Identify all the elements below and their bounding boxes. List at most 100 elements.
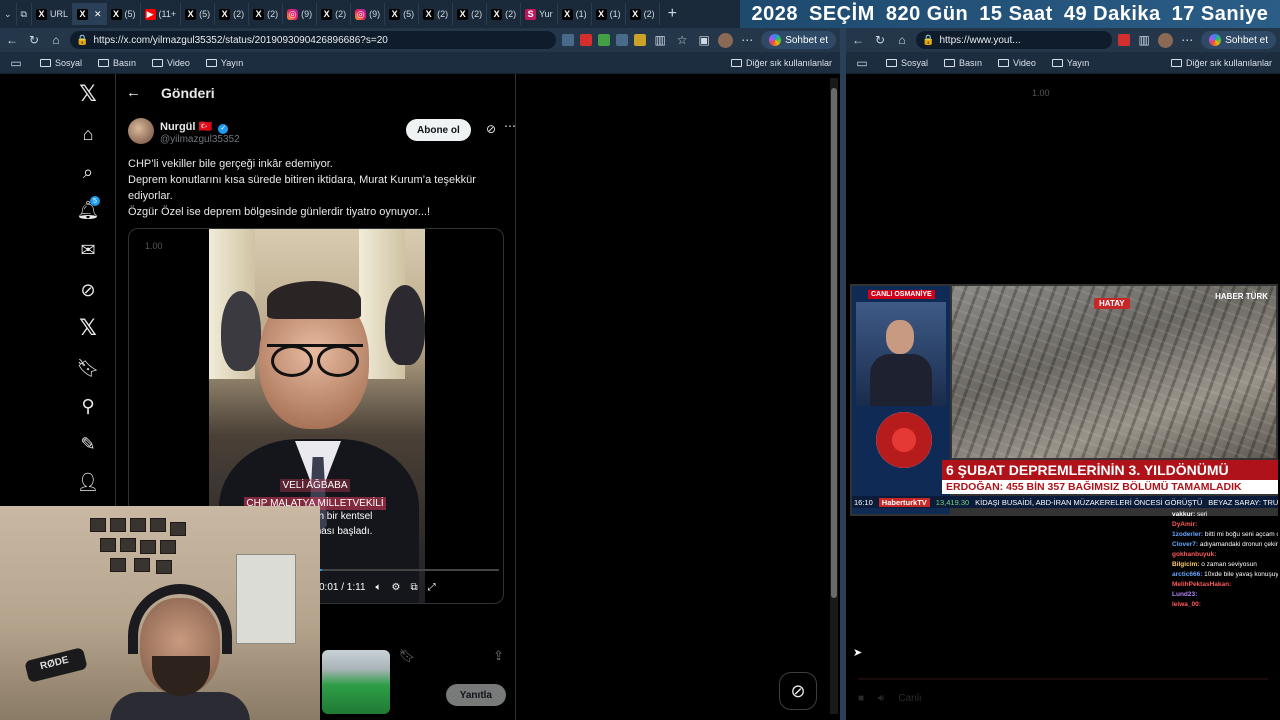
bookmark-folder-basin[interactable]: Basın: [98, 58, 136, 68]
extension-icon[interactable]: [562, 34, 575, 46]
profile-icon[interactable]: 👤︎: [76, 470, 100, 494]
author-handle[interactable]: @yilmazgul35352: [160, 134, 240, 145]
post-text-line: Özgür Özel ise deprem bölgesinde günlerd…: [128, 206, 431, 218]
tab-list-button[interactable]: ⌄: [0, 3, 17, 25]
copilot-button[interactable]: Sohbet et: [761, 31, 836, 49]
address-bar[interactable]: 🔒 https://www.yout...: [916, 31, 1113, 49]
extension-icon[interactable]: [616, 34, 629, 46]
grok-floating-button[interactable]: ⊘: [779, 672, 817, 710]
premium-x-icon[interactable]: 𝕏: [76, 315, 100, 340]
bookmarks-icon[interactable]: 🔖︎: [76, 356, 100, 380]
author-avatar[interactable]: [128, 118, 154, 144]
page-scrollbar[interactable]: [830, 78, 838, 714]
tab-label: (2): [643, 9, 655, 19]
browser-tab[interactable]: X URL: [32, 3, 73, 25]
more-menu-icon[interactable]: ⋯: [1179, 32, 1195, 48]
browser-tab[interactable]: X (2): [317, 3, 352, 25]
chat-text: adıyamandaki dronun çekim yaptığı yer: [1199, 541, 1278, 548]
bookmark-folder-video[interactable]: Video: [998, 58, 1036, 68]
share-icon[interactable]: ⇪: [493, 648, 504, 666]
sidebar-toggle-icon[interactable]: ▭: [854, 55, 870, 71]
bookmark-icon[interactable]: 🔖︎: [399, 648, 416, 666]
back-arrow-icon[interactable]: ←: [126, 84, 141, 101]
bookmark-label: Yayın: [1066, 57, 1090, 68]
new-tab-button[interactable]: +: [660, 5, 685, 23]
browser-tab[interactable]: ◎ (9): [283, 3, 318, 25]
play-pause-icon[interactable]: ■: [858, 693, 864, 704]
refresh-icon[interactable]: ↻: [26, 32, 42, 48]
split-screen-icon[interactable]: ▥: [1136, 32, 1152, 48]
browser-tab[interactable]: X (2): [215, 3, 250, 25]
bookmark-label: Sosyal: [901, 57, 929, 68]
news-broadcast-video[interactable]: CANLI OSMANİYE HATAY HABER TÜRK 6 ŞUBAT …: [850, 284, 1278, 516]
bookmark-folder-yayin[interactable]: Yayın: [1051, 57, 1090, 68]
sidebar-toggle-icon[interactable]: ▭: [8, 55, 24, 71]
refresh-icon[interactable]: ↻: [872, 32, 888, 48]
browser-tab[interactable]: X (2): [626, 3, 660, 25]
close-tab-icon[interactable]: ✕: [94, 9, 102, 20]
extension-icon[interactable]: [634, 34, 647, 46]
bookmark-folder-yayin[interactable]: Yayın: [205, 58, 243, 68]
youtube-progress-bar[interactable]: [858, 678, 1268, 680]
profile-avatar[interactable]: [718, 32, 734, 48]
grok-icon[interactable]: ⊘: [76, 278, 100, 302]
home-icon[interactable]: ⌂: [48, 32, 64, 48]
other-favorites[interactable]: Diğer sık kullanılanlar: [730, 58, 832, 68]
browser-tab[interactable]: X (1): [592, 3, 626, 25]
volume-icon[interactable]: 🔊︎: [878, 693, 884, 704]
grok-explain-icon[interactable]: ⊘: [486, 122, 496, 136]
extension-icon[interactable]: [580, 34, 593, 46]
browser-tab[interactable]: X ✕: [73, 3, 107, 25]
follow-button[interactable]: Abone ol: [406, 119, 471, 141]
jobs-icon[interactable]: ⚲: [76, 394, 100, 418]
more-options-icon[interactable]: ⋯: [504, 119, 516, 133]
browser-tab[interactable]: S Yur: [521, 3, 558, 25]
back-arrow-icon[interactable]: ←: [4, 32, 20, 48]
split-screen-icon[interactable]: ▥: [652, 32, 668, 48]
volume-icon[interactable]: 🔈︎: [376, 582, 382, 593]
bookmark-folder-basin[interactable]: Basın: [944, 58, 982, 68]
author-name-row[interactable]: Nurgül 🇹🇷 ✓: [160, 120, 229, 134]
browser-tab[interactable]: X (1): [558, 3, 592, 25]
compose-post-icon[interactable]: ✎: [76, 432, 100, 456]
browser-tab[interactable]: X (2): [249, 3, 284, 25]
settings-gear-icon[interactable]: ⚙: [392, 582, 401, 593]
profile-avatar[interactable]: [1158, 32, 1174, 48]
video-progress-bar[interactable]: [319, 569, 499, 571]
search-icon[interactable]: ⌕: [76, 160, 100, 184]
extension-icon[interactable]: [1118, 34, 1131, 46]
browser-tab[interactable]: ◎ (9): [351, 3, 386, 25]
extension-icon[interactable]: [598, 34, 611, 46]
other-favorites[interactable]: Diğer sık kullanılanlar: [1170, 58, 1272, 68]
scrollbar-thumb[interactable]: [831, 88, 837, 598]
back-arrow-icon[interactable]: ←: [850, 32, 866, 48]
bookmark-folder-sosyal[interactable]: Sosyal: [40, 58, 82, 68]
aerial-city-footage: HATAY HABER TÜRK: [952, 286, 1276, 458]
favorites-icon[interactable]: ☆: [674, 32, 690, 48]
tab-label: (2): [267, 9, 279, 19]
x-logo-icon[interactable]: 𝕏: [76, 81, 100, 106]
messages-envelope-icon[interactable]: ✉: [76, 238, 100, 262]
copilot-button[interactable]: Sohbet et: [1201, 31, 1276, 49]
browser-tab[interactable]: X (2): [419, 3, 454, 25]
browser-tab[interactable]: X (2): [453, 3, 488, 25]
notifications-bell-icon[interactable]: 🔔︎ 5: [76, 196, 100, 222]
browser-tab[interactable]: X (2): [487, 3, 522, 25]
post-text: CHP’li vekiller bile gerçeği inkâr edemi…: [128, 156, 506, 220]
fullscreen-icon[interactable]: ⤢: [428, 582, 436, 593]
home-icon[interactable]: ⌂: [894, 32, 910, 48]
address-bar[interactable]: 🔒 https://x.com/yilmazgul35352/status/20…: [70, 31, 557, 49]
collections-icon[interactable]: ▣: [696, 32, 712, 48]
browser-tab[interactable]: X (5): [181, 3, 216, 25]
workspaces-button[interactable]: ⧉: [17, 3, 32, 25]
browser-tab[interactable]: X (5): [107, 3, 141, 25]
bookmark-folder-video[interactable]: Video: [152, 58, 190, 68]
browser-tab[interactable]: X (5): [385, 3, 420, 25]
picture-in-picture-icon[interactable]: ⧉: [411, 582, 418, 593]
tab-strip: ⌄ ⧉ X URL X ✕ X (5) ▶ (11+ X (5) X (2) X (2) ◎ (9) X (2) ◎…: [0, 0, 740, 28]
home-icon[interactable]: ⌂: [76, 122, 100, 146]
more-menu-icon[interactable]: ⋯: [739, 32, 755, 48]
reply-button[interactable]: Yanıtla: [445, 684, 506, 706]
browser-tab[interactable]: ▶ (11+: [141, 3, 182, 25]
bookmark-folder-sosyal[interactable]: Sosyal: [886, 58, 928, 68]
